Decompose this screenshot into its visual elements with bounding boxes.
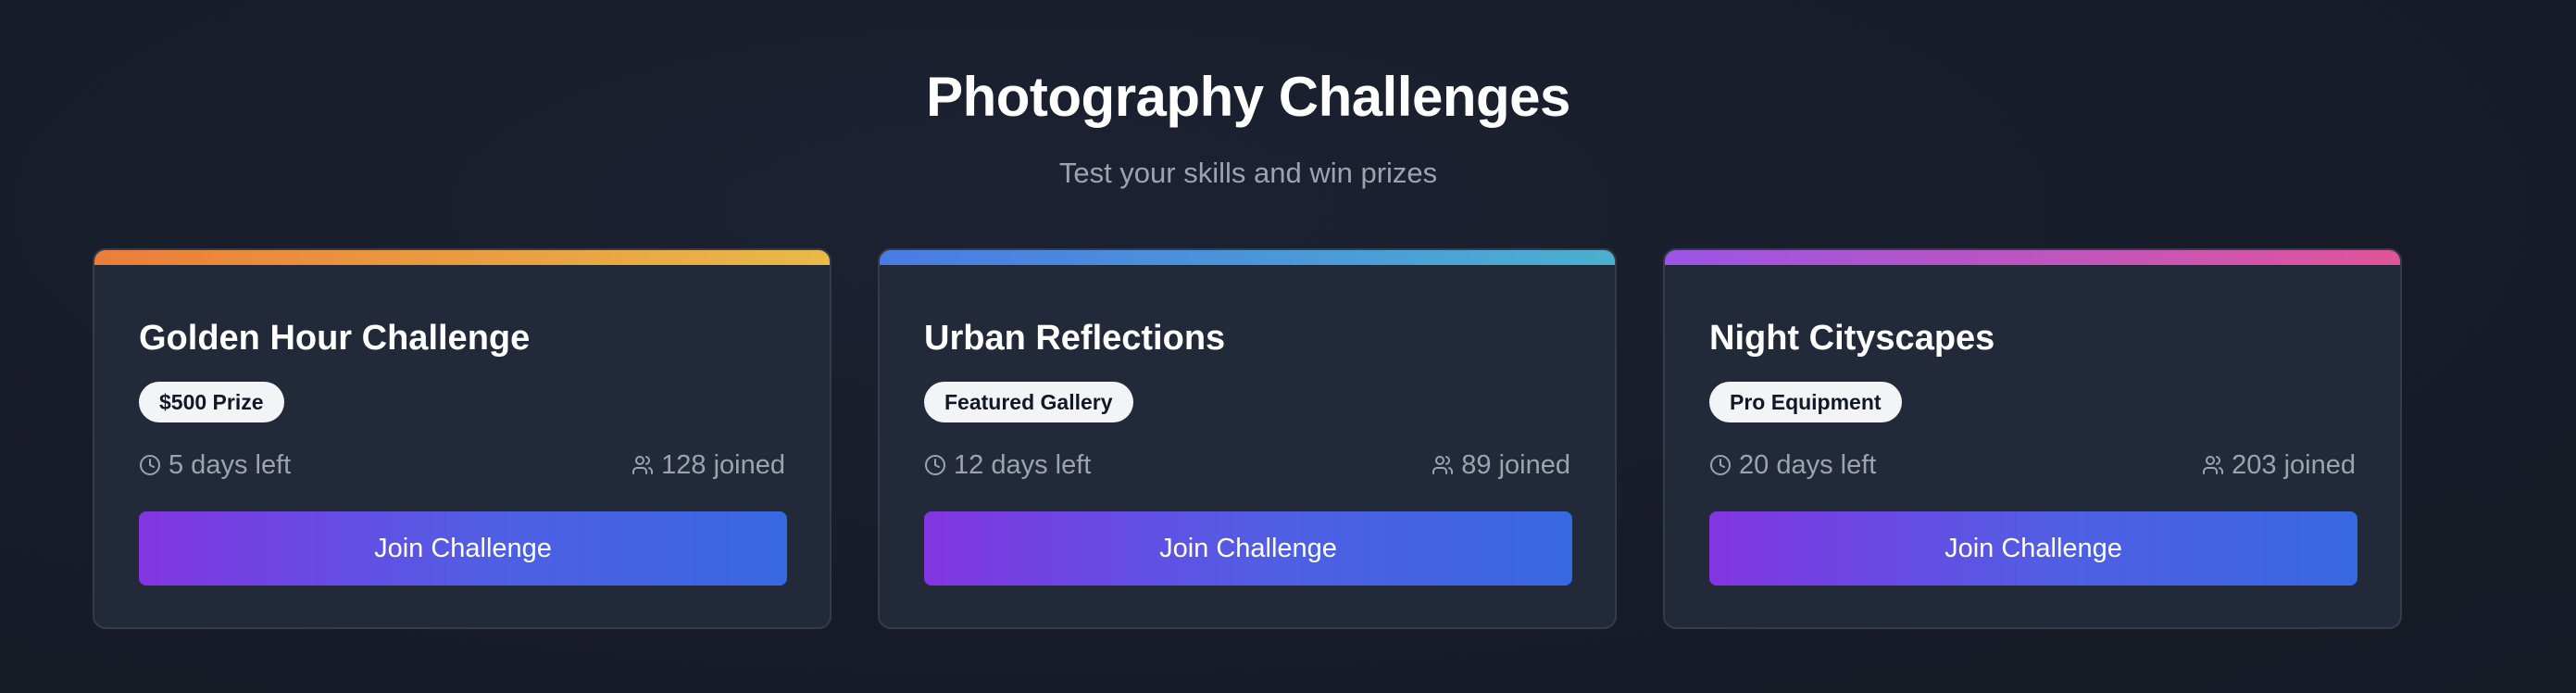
time-left: 5 days left [139,450,291,481]
prize-badge: $500 Prize [139,382,284,422]
challenge-title: Golden Hour Challenge [139,319,531,358]
prize-badge: Pro Equipment [1709,382,1902,422]
challenge-card: Urban Reflections Featured Gallery 12 da… [878,248,1617,629]
participants: 203 joined [2202,450,2356,481]
users-icon [2203,456,2224,474]
clock-icon [925,455,945,475]
challenge-cards: Golden Hour Challenge $500 Prize 5 days … [93,248,2402,629]
challenge-meta: 20 days left 203 joined [1709,447,2356,484]
page-header: Photography Challenges Test your skills … [0,63,2496,191]
participants-label: 203 joined [2232,449,2356,480]
users-icon [632,456,654,474]
join-challenge-button[interactable]: Join Challenge [924,511,1572,586]
participants: 89 joined [1432,450,1570,481]
challenge-card: Golden Hour Challenge $500 Prize 5 days … [93,248,832,629]
card-accent-bar [880,250,1615,265]
page-subtitle: Test your skills and win prizes [1058,157,1438,189]
prize-badge: Featured Gallery [924,382,1133,422]
users-icon [1432,456,1454,474]
clock-icon [1710,455,1731,475]
challenge-meta: 12 days left 89 joined [924,447,1570,484]
time-left-label: 5 days left [169,449,292,480]
time-left-label: 12 days left [954,449,1092,480]
challenge-title: Night Cityscapes [1709,319,1995,358]
join-challenge-button[interactable]: Join Challenge [139,511,787,586]
challenge-title: Urban Reflections [924,319,1226,358]
card-accent-bar [94,250,830,265]
participants-label: 128 joined [661,449,785,480]
challenge-meta: 5 days left 128 joined [139,447,785,484]
clock-icon [140,455,160,475]
challenge-card: Night Cityscapes Pro Equipment 20 days l… [1663,248,2402,629]
time-left: 20 days left [1709,450,1876,481]
time-left-label: 20 days left [1739,449,1877,480]
participants: 128 joined [631,450,785,481]
time-left: 12 days left [924,450,1091,481]
card-accent-bar [1665,250,2400,265]
challenges-page: Photography Challenges Test your skills … [0,0,2576,693]
join-challenge-button[interactable]: Join Challenge [1709,511,2357,586]
page-title: Photography Challenges [926,66,1570,128]
participants-label: 89 joined [1461,449,1570,480]
